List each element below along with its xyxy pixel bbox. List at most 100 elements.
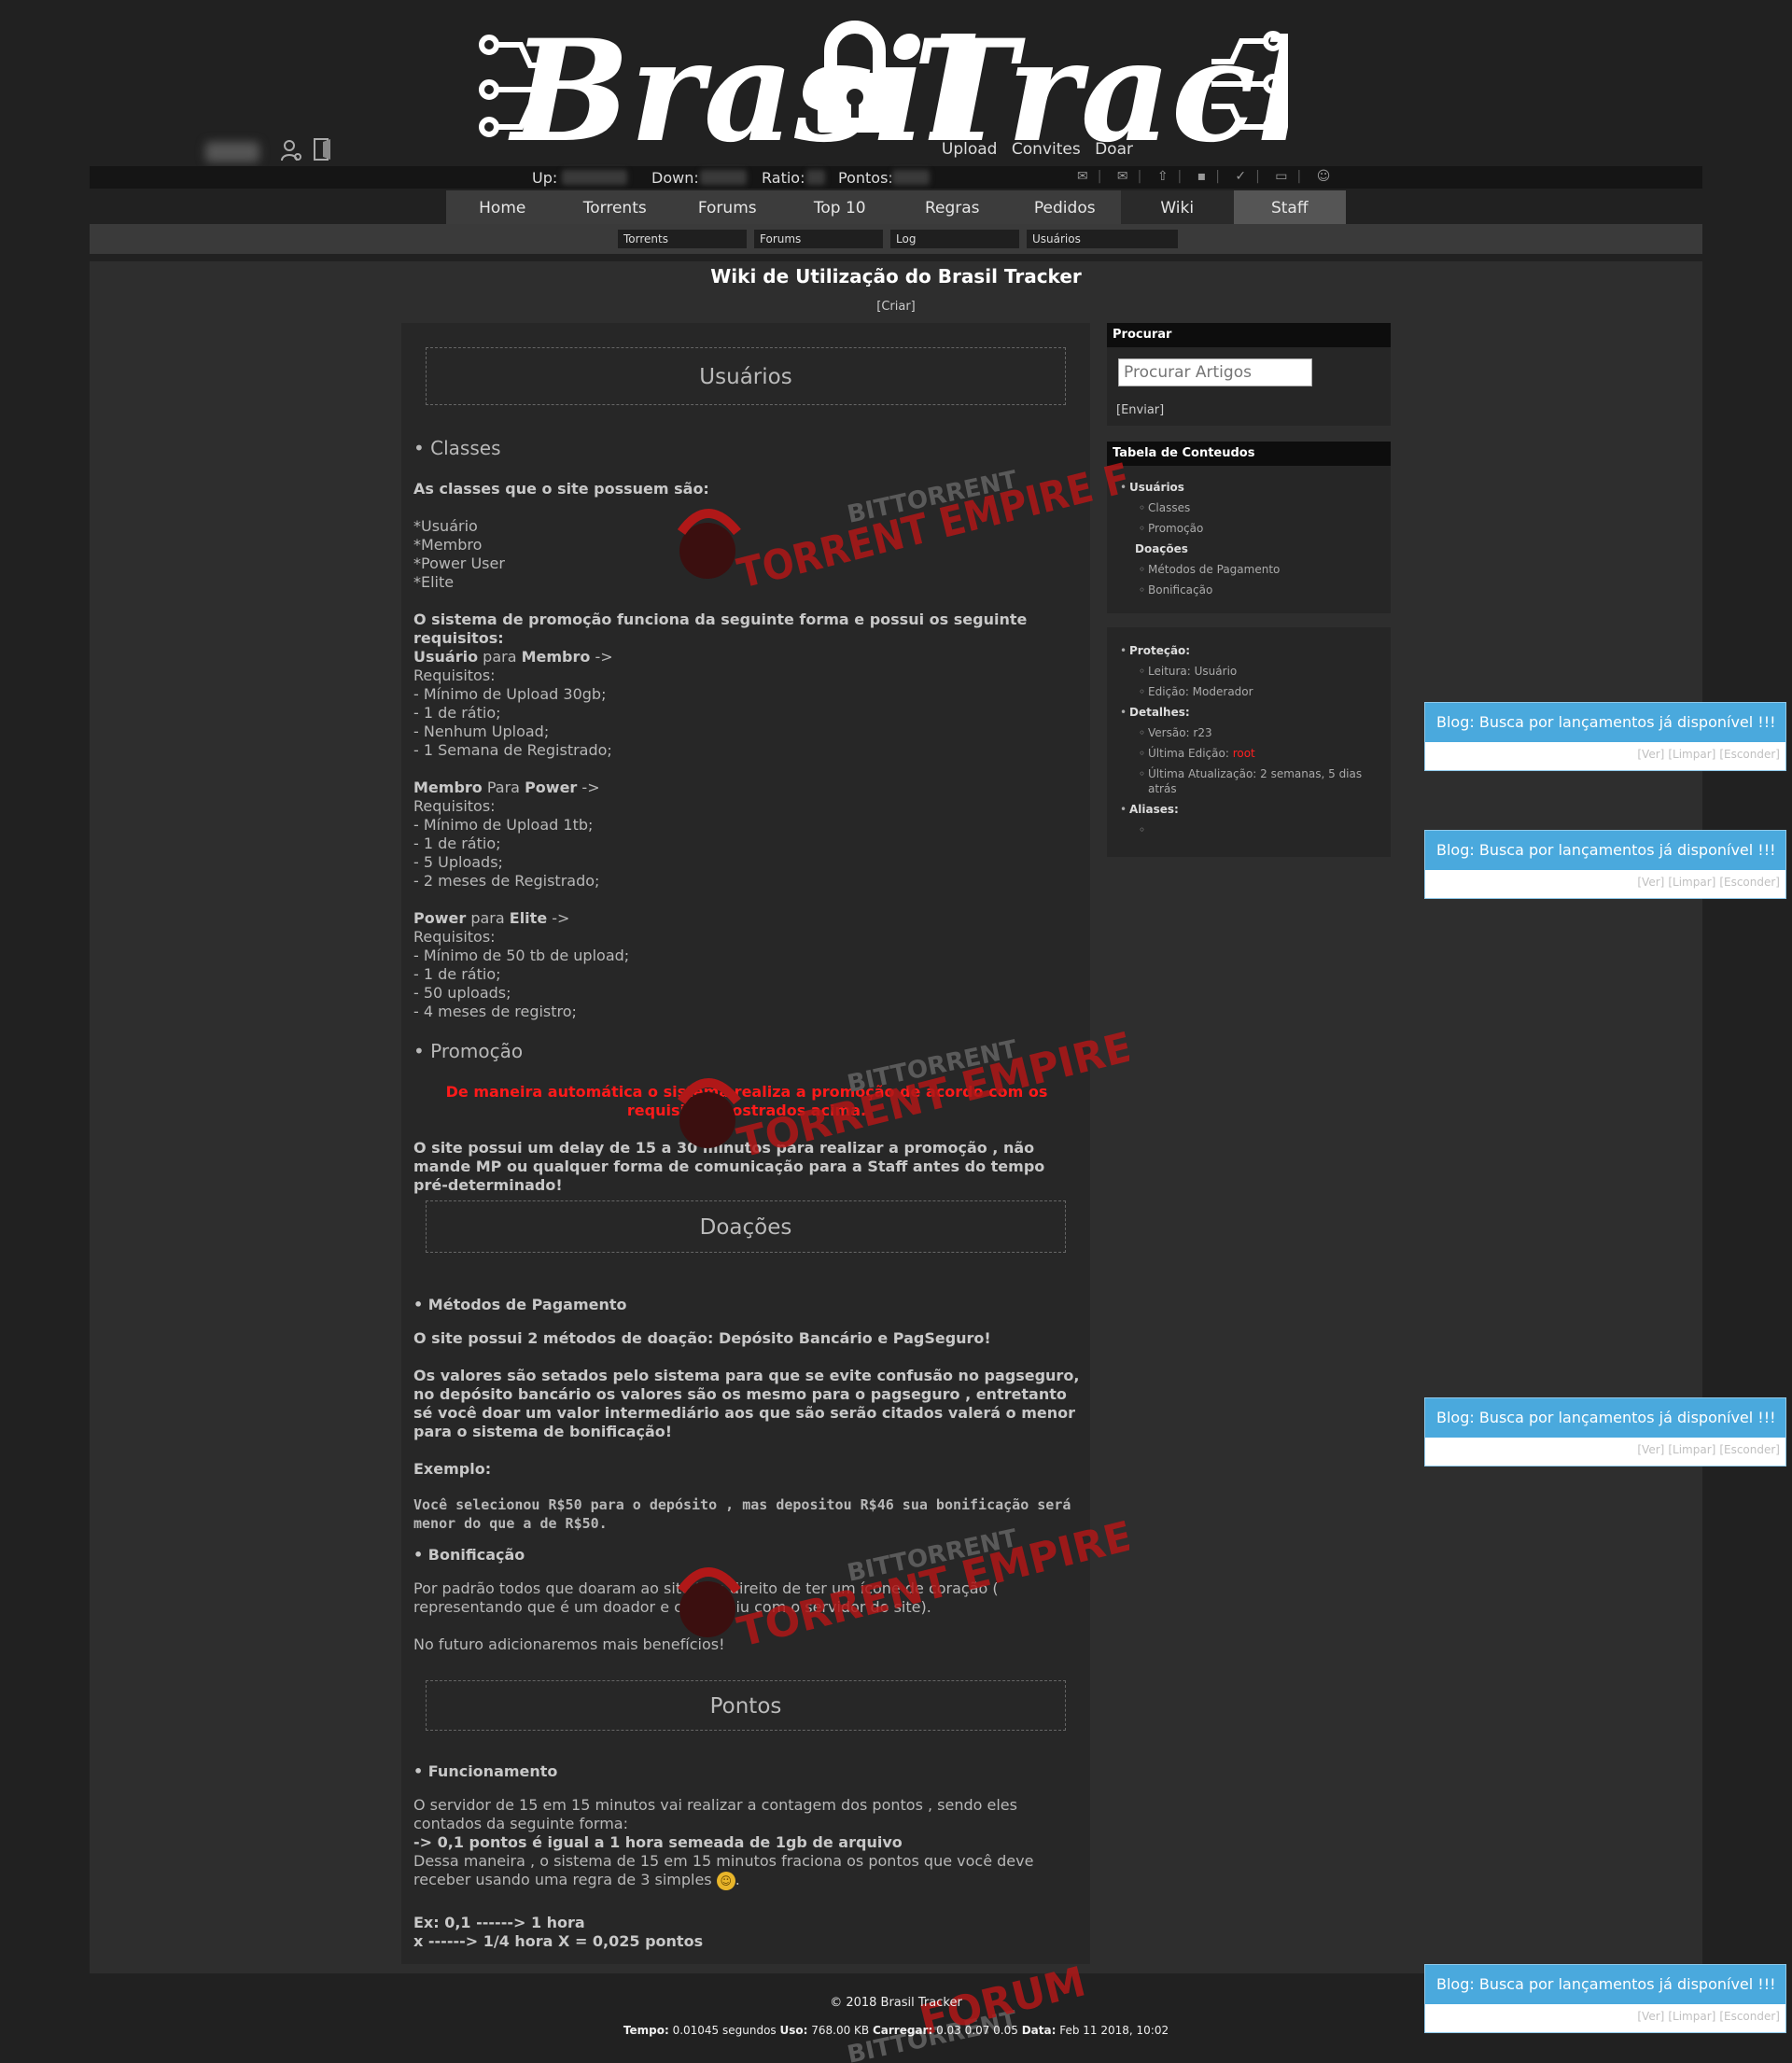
blog-view-link[interactable]: [Ver] xyxy=(1637,876,1664,889)
blog-notification: Blog: Busca por lançamentos já disponíve… xyxy=(1424,1397,1786,1467)
footer-stats: Tempo: 0.01045 segundos Uso: 768.00 KB C… xyxy=(623,2024,1169,2037)
funcionamento-text: O servidor de 15 em 15 minutos vai reali… xyxy=(413,1796,1034,1890)
donate-link[interactable]: Doar xyxy=(1095,140,1133,159)
watermark: BITTORRENT FORUM xyxy=(845,1960,1090,2063)
logo-word-brasil: Brasil xyxy=(508,9,979,164)
points-stat-blurred xyxy=(892,170,930,185)
svg-text:TORRENT EMPIRE FORUM: TORRENT EMPIRE FORUM xyxy=(733,1017,1129,1158)
toc-list: • Usuários ◦ Classes ◦ Promoção Doações ◦ Mé… xyxy=(1120,481,1281,596)
requirement-membro-power: Membro Para Power -> Requisitos: - Mínim… xyxy=(413,779,600,890)
download-stat-label: Down: xyxy=(651,169,699,187)
nav-staff[interactable]: Staff xyxy=(1233,190,1346,224)
create-article-link[interactable]: [Criar] xyxy=(0,300,1792,314)
users-icon[interactable]: ☺ xyxy=(1317,169,1333,184)
toc-usuarios[interactable]: Usuários xyxy=(1129,481,1184,494)
valores-text: Os valores são setados pelo sistema para… xyxy=(413,1367,1080,1440)
svg-text:TORRENT EMPIRE FORUM: TORRENT EMPIRE FORUM xyxy=(733,1507,1129,1647)
user-settings-icon[interactable] xyxy=(280,138,302,162)
invites-link[interactable]: Convites xyxy=(1012,140,1081,159)
site-logo[interactable]: Brasil Tracker xyxy=(474,0,1288,164)
nav-forums[interactable]: Forums xyxy=(671,190,784,224)
article-info-box: • Proteção: ◦ Leitura: Usuário ◦ Edição: Mo… xyxy=(1107,627,1391,857)
blog-clear-link[interactable]: [Limpar] xyxy=(1668,2010,1715,2023)
toolbar-icons: ✉ | ✉ | ⇧ | ▪ | ✓ | ▭ | ☺ xyxy=(1077,169,1333,184)
inbox-icon[interactable]: ✉ xyxy=(1077,169,1090,184)
heading-funcionamento: • Funcionamento xyxy=(413,1762,558,1780)
main-navigation: Home Torrents Forums Top 10 Regras Pedid… xyxy=(446,190,1346,224)
footer-copyright: © 2018 Brasil Tracker xyxy=(830,1996,962,2010)
watermark: BITTORRENT TORRENT EMPIRE FORUM xyxy=(677,448,1129,588)
upload-icon[interactable]: ⇧ xyxy=(1157,169,1170,184)
search-subbar: Torrents Forums Log Usuários xyxy=(90,224,1702,254)
toc-promocao[interactable]: Promoção xyxy=(1148,522,1203,535)
user-stats-bar: Up: Down: Ratio: Pontos: ✉ | ✉ | ⇧ | ▪ | ✓ | … xyxy=(90,166,1702,189)
table-of-contents: Tabela de Conteudos • Usuários ◦ Classes ◦… xyxy=(1107,442,1391,613)
outbox-icon[interactable]: ✉ xyxy=(1117,169,1130,184)
upload-stat-blurred xyxy=(562,170,627,185)
toc-doacoes[interactable]: Doações xyxy=(1135,542,1188,555)
article-info-list: • Proteção: ◦ Leitura: Usuário ◦ Edição: Mo… xyxy=(1120,644,1363,836)
nav-torrents[interactable]: Torrents xyxy=(559,190,672,224)
spartan-helmet-icon xyxy=(677,1078,741,1148)
blog-notification-title[interactable]: Blog: Busca por lançamentos já disponíve… xyxy=(1425,1398,1785,1438)
page-title: Wiki de Utilização do Brasil Tracker xyxy=(710,265,1082,288)
download-stat-blurred xyxy=(700,170,747,185)
blog-view-link[interactable]: [Ver] xyxy=(1637,748,1664,761)
blog-hide-link[interactable]: [Esconder] xyxy=(1719,1443,1780,1456)
metodos-text: O site possui 2 métodos de doação: Depós… xyxy=(413,1329,991,1347)
chat-icon[interactable]: ▭ xyxy=(1275,169,1289,184)
nav-top10[interactable]: Top 10 xyxy=(784,190,897,224)
toc-classes[interactable]: Classes xyxy=(1148,501,1190,514)
section-heading-usuarios: Usuários xyxy=(426,347,1066,405)
last-editor-link[interactable]: root xyxy=(1233,747,1255,760)
blog-clear-link[interactable]: [Limpar] xyxy=(1668,748,1715,761)
upload-link[interactable]: Upload xyxy=(942,140,998,159)
nav-rules[interactable]: Regras xyxy=(896,190,1009,224)
spartan-helmet-icon xyxy=(677,509,741,579)
watermark: BITTORRENT TORRENT EMPIRE FORUM xyxy=(677,1017,1129,1158)
toc-bonificacao[interactable]: Bonificação xyxy=(1148,583,1212,596)
blog-notification-title[interactable]: Blog: Busca por lançamentos já disponíve… xyxy=(1425,703,1785,742)
blog-notification: Blog: Busca por lançamentos já disponíve… xyxy=(1424,830,1786,899)
article-search-input[interactable] xyxy=(1118,358,1312,386)
nav-wiki[interactable]: Wiki xyxy=(1121,190,1234,224)
points-stat-label: Pontos: xyxy=(838,169,893,187)
section-heading-doacoes: Doações xyxy=(426,1200,1066,1253)
smiley-icon: ☺ xyxy=(716,1871,735,1890)
requirement-power-elite: Power para Elite -> Requisitos: - Mínimo… xyxy=(413,909,630,1020)
check-icon[interactable]: ✓ xyxy=(1235,169,1248,184)
quicksearch-torrents[interactable]: Torrents xyxy=(618,230,747,248)
ratio-stat-blurred xyxy=(806,170,825,185)
nav-home[interactable]: Home xyxy=(446,190,559,224)
requirement-usuario-membro: Usuário para Membro -> Requisitos: - Mín… xyxy=(413,648,613,759)
top-links: Upload Convites Doar xyxy=(932,140,1133,159)
nav-requests[interactable]: Pedidos xyxy=(1009,190,1122,224)
spartan-helmet-icon xyxy=(677,1567,741,1637)
quicksearch-forums[interactable]: Forums xyxy=(754,230,883,248)
blog-view-link[interactable]: [Ver] xyxy=(1637,2010,1664,2023)
heading-metodos-pagamento: • Métodos de Pagamento xyxy=(413,1296,627,1313)
logout-icon[interactable] xyxy=(312,136,334,162)
bookmark-icon[interactable]: ▪ xyxy=(1197,169,1209,184)
section-heading-pontos: Pontos xyxy=(426,1680,1066,1731)
upload-stat-label: Up: xyxy=(532,169,558,187)
blog-hide-link[interactable]: [Esconder] xyxy=(1719,2010,1780,2023)
blog-notification-title[interactable]: Blog: Busca por lançamentos já disponíve… xyxy=(1425,831,1785,870)
blog-view-link[interactable]: [Ver] xyxy=(1637,1443,1664,1456)
blog-hide-link[interactable]: [Esconder] xyxy=(1719,876,1780,889)
quicksearch-log[interactable]: Log xyxy=(890,230,1019,248)
points-example: Ex: 0,1 ------> 1 hora x ------> 1/4 hor… xyxy=(413,1914,704,1950)
blog-hide-link[interactable]: [Esconder] xyxy=(1719,748,1780,761)
svg-text:TORRENT EMPIRE FORUM: TORRENT EMPIRE FORUM xyxy=(733,448,1129,588)
blog-clear-link[interactable]: [Limpar] xyxy=(1668,1443,1715,1456)
search-box: Procurar [Enviar] xyxy=(1107,323,1391,426)
promotion-intro: O sistema de promoção funciona da seguin… xyxy=(413,610,1028,647)
exemplo-label: Exemplo: xyxy=(413,1460,492,1478)
blog-clear-link[interactable]: [Limpar] xyxy=(1668,876,1715,889)
ratio-stat-label: Ratio: xyxy=(762,169,805,187)
username-blurred[interactable] xyxy=(205,142,259,162)
toc-metodos[interactable]: Métodos de Pagamento xyxy=(1148,563,1280,576)
blog-notification: Blog: Busca por lançamentos já disponíve… xyxy=(1424,702,1786,771)
quicksearch-users[interactable]: Usuários xyxy=(1027,230,1178,248)
search-submit-button[interactable]: [Enviar] xyxy=(1116,403,1164,417)
